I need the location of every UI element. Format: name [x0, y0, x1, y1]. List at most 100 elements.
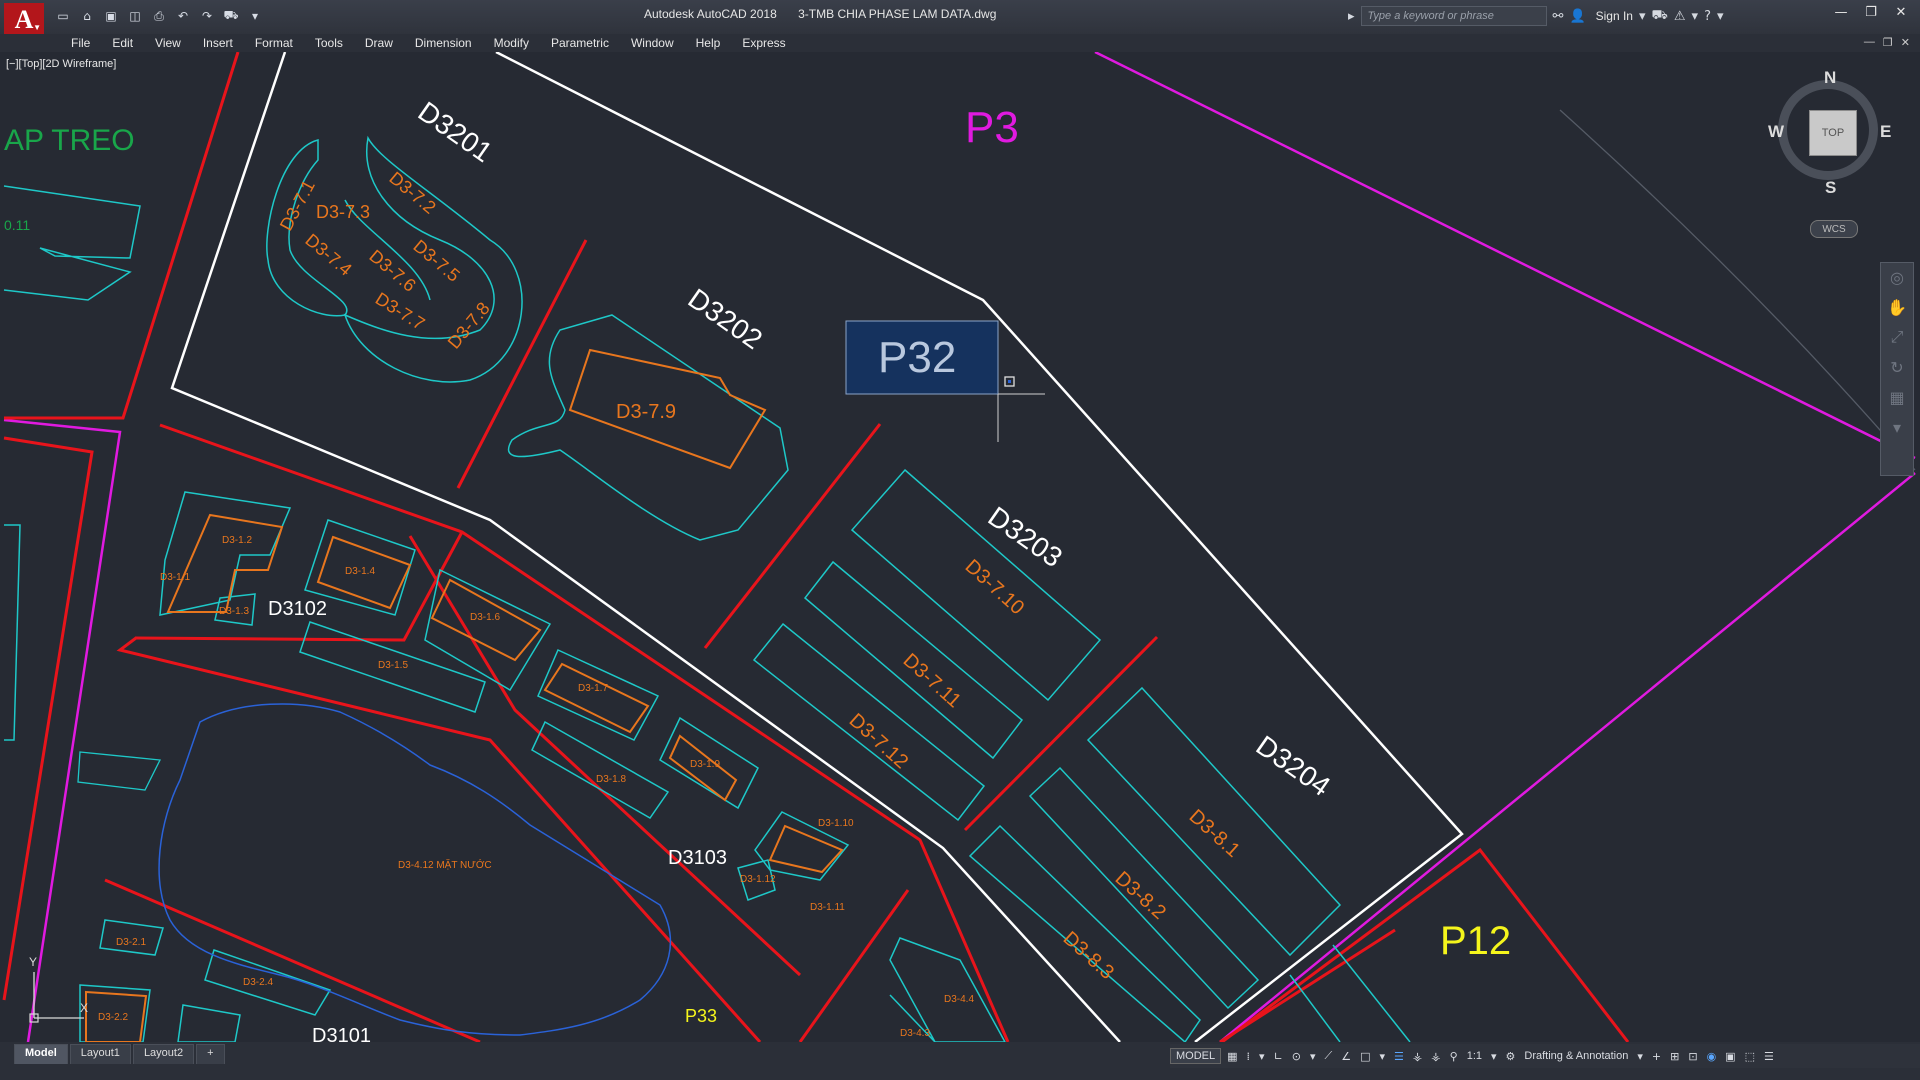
print-icon[interactable]: ⎙	[150, 8, 168, 24]
lot-label: D3-1.9	[690, 759, 720, 770]
bottom-border	[0, 1068, 1920, 1080]
menu-modify[interactable]: Modify	[483, 34, 540, 52]
ortho-icon[interactable]: ∟	[1271, 1050, 1286, 1063]
compass-south[interactable]: S	[1825, 178, 1836, 198]
lot-label: D3-1.8	[596, 774, 626, 785]
snap-icon[interactable]: ⁞	[1244, 1050, 1254, 1063]
auto-scale-icon[interactable]: ⚶	[1428, 1050, 1443, 1063]
app-logo-letter: A	[14, 5, 34, 34]
save-icon[interactable]: ▣	[102, 8, 120, 24]
sign-in-link[interactable]: Sign In	[1596, 9, 1633, 23]
annotation-scale-value[interactable]: 1:1	[1464, 1050, 1485, 1062]
cart-icon[interactable]: ⛟	[1652, 8, 1668, 25]
menu-edit[interactable]: Edit	[101, 34, 144, 52]
signin-dropdown-icon[interactable]: ▾	[1639, 9, 1646, 24]
annotation-scale-icon[interactable]: ⚲	[1447, 1050, 1461, 1063]
pan-icon[interactable]: ✋	[1881, 293, 1913, 323]
isodraft-icon[interactable]: ⟋	[1322, 1049, 1336, 1063]
lot-label: D3-1.1	[160, 572, 190, 583]
clean-screen-icon[interactable]: ⬚	[1742, 1050, 1758, 1063]
tab-layout1[interactable]: Layout1	[69, 1044, 131, 1064]
quick-properties-icon[interactable]: ⊡	[1685, 1050, 1700, 1063]
minimize-icon[interactable]: —	[1828, 2, 1854, 22]
object-snap-tracking-icon[interactable]: ∠	[1338, 1050, 1354, 1063]
compass-west[interactable]: W	[1768, 122, 1784, 142]
lot-label: D3-7.9	[616, 401, 676, 423]
add-layout-button[interactable]: +	[196, 1044, 225, 1064]
viewport-controls[interactable]: [−][Top][2D Wireframe]	[6, 58, 116, 70]
viewcube[interactable]: TOP N S E W	[1768, 68, 1894, 198]
isolate-objects-icon[interactable]: ◉	[1704, 1050, 1720, 1063]
model-space-button[interactable]: MODEL	[1170, 1048, 1222, 1064]
compass-east[interactable]: E	[1880, 122, 1891, 142]
customization-icon[interactable]: ☰	[1761, 1050, 1777, 1063]
object-snap-icon[interactable]: □	[1357, 1050, 1373, 1063]
menu-window[interactable]: Window	[620, 34, 685, 52]
polar-dropdown-icon[interactable]: ▾	[1307, 1050, 1319, 1063]
menu-file[interactable]: File	[60, 34, 101, 52]
menu-format[interactable]: Format	[244, 34, 304, 52]
units-icon[interactable]: ⊞	[1667, 1050, 1682, 1063]
restore-icon[interactable]: ❐	[1858, 2, 1884, 22]
lineweight-icon[interactable]: ☰	[1391, 1050, 1407, 1063]
snap-dropdown-icon[interactable]: ▾	[1256, 1050, 1268, 1063]
help-dropdown-icon[interactable]: ▾	[1717, 9, 1724, 24]
osnap-dropdown-icon[interactable]: ▾	[1377, 1050, 1389, 1063]
a360-icon[interactable]: ⚠	[1674, 9, 1686, 24]
menu-parametric[interactable]: Parametric	[540, 34, 620, 52]
workspace-dropdown-icon[interactable]: ▾	[1634, 1050, 1646, 1063]
annotation-monitor-icon[interactable]: +	[1649, 1050, 1664, 1063]
ucs-y-label: Y	[29, 955, 37, 969]
cart-icon[interactable]: ⛟	[222, 8, 240, 24]
ucs-x-label: X	[80, 1001, 88, 1015]
doc-minimize-icon[interactable]: —	[1864, 36, 1875, 49]
menu-tools[interactable]: Tools	[304, 34, 354, 52]
document-window-controls: — ❐ ✕	[1864, 36, 1910, 49]
saveas-icon[interactable]: ◫	[126, 8, 144, 24]
close-icon[interactable]: ✕	[1888, 2, 1914, 22]
menu-express[interactable]: Express	[731, 34, 796, 52]
workspace-switch[interactable]: Drafting & Annotation	[1521, 1050, 1631, 1062]
tab-model[interactable]: Model	[14, 1044, 68, 1064]
scale-dropdown-icon[interactable]: ▾	[1488, 1050, 1500, 1063]
viewcube-top-face[interactable]: TOP	[1809, 110, 1857, 156]
menu-insert[interactable]: Insert	[192, 34, 244, 52]
app-title: Autodesk AutoCAD 2018	[644, 7, 777, 21]
binoculars-icon[interactable]: ⚯	[1553, 9, 1564, 24]
menu-dimension[interactable]: Dimension	[404, 34, 483, 52]
grid-icon[interactable]: ▦	[1224, 1050, 1240, 1063]
zoom-extents-icon[interactable]: ⤢	[1881, 323, 1913, 353]
doc-restore-icon[interactable]: ❐	[1883, 36, 1893, 49]
doc-close-icon[interactable]: ✕	[1901, 36, 1910, 49]
help-icon[interactable]: ?	[1704, 9, 1711, 24]
customize-dropdown-icon[interactable]: ▾	[246, 8, 264, 24]
redo-icon[interactable]: ↷	[198, 8, 216, 24]
expand-arrow-icon[interactable]: ▸	[1348, 9, 1355, 24]
menu-help[interactable]: Help	[685, 34, 732, 52]
tab-layout2[interactable]: Layout2	[132, 1044, 195, 1064]
menu-view[interactable]: View	[144, 34, 192, 52]
workspace-gear-icon[interactable]: ⚙	[1503, 1050, 1519, 1063]
new-icon[interactable]: ▭	[54, 8, 72, 24]
steering-wheel-icon[interactable]: ◎	[1881, 263, 1913, 293]
undo-icon[interactable]: ↶	[174, 8, 192, 24]
hardware-acceleration-icon[interactable]: ▣	[1722, 1050, 1738, 1063]
a360-dropdown-icon[interactable]: ▾	[1692, 9, 1699, 24]
showmotion-icon[interactable]: ▦	[1881, 383, 1913, 413]
lot-label: D3-1.5	[378, 660, 408, 671]
user-icon[interactable]: 👤	[1569, 9, 1585, 24]
menu-draw[interactable]: Draw	[354, 34, 404, 52]
compass-north[interactable]: N	[1824, 68, 1836, 88]
drawing-canvas[interactable]: AP TREO 0.11 P3 P32 P12 P33 D3201 D3202 …	[0, 52, 1920, 1042]
lot-label: D3-1.4	[345, 566, 375, 577]
wcs-menu[interactable]: WCS	[1810, 220, 1858, 238]
application-menu-button[interactable]: A ▼	[4, 3, 44, 37]
annotation-visibility-icon[interactable]: ⚶	[1410, 1050, 1425, 1063]
open-icon[interactable]: ⌂	[78, 8, 96, 24]
navbar-menu-icon[interactable]: ▾	[1881, 413, 1913, 443]
search-input[interactable]	[1360, 6, 1547, 26]
orbit-icon[interactable]: ↻	[1881, 353, 1913, 383]
window-title: Autodesk AutoCAD 2018 3-TMB CHIA PHASE L…	[644, 7, 1014, 21]
polar-icon[interactable]: ⊙	[1289, 1050, 1304, 1063]
zone-label-p33: P33	[685, 1006, 717, 1026]
